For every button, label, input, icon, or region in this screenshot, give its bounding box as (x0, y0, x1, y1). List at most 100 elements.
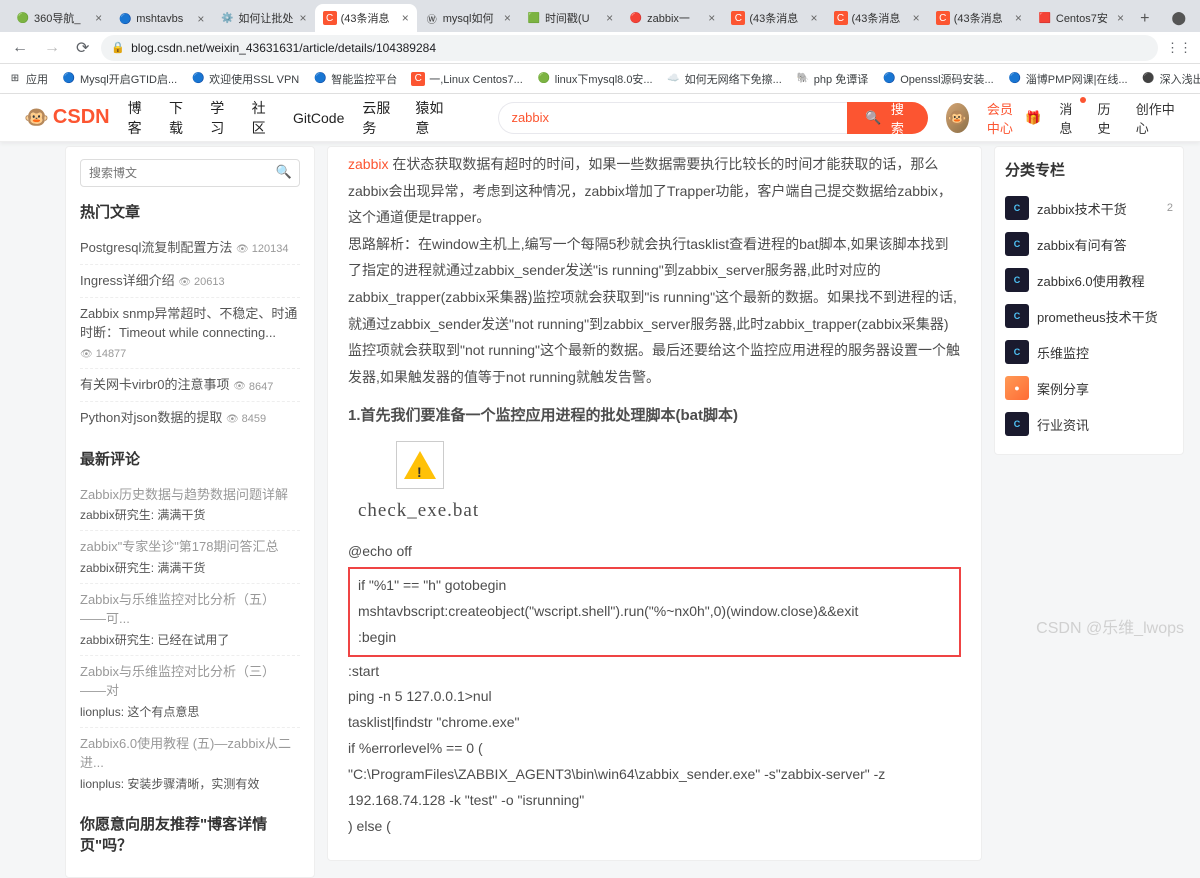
search-button[interactable]: 🔍搜索 (847, 102, 928, 134)
hot-article-item[interactable]: 有关网卡virbr0的注意事项 👁8647 (80, 369, 300, 402)
tab-6[interactable]: 🔴zabbix一× (621, 4, 723, 32)
tab-4[interactable]: Ⓦmysql如何× (417, 4, 519, 32)
nav-community[interactable]: 社区 (252, 98, 275, 138)
tab-2[interactable]: ⚙️如何让批处× (212, 4, 314, 32)
eye-icon: 👁 (178, 275, 191, 290)
category-item[interactable]: Czabbix6.0使用教程 (1005, 262, 1173, 298)
nav-yuanruyi[interactable]: 猿如意 (415, 98, 450, 138)
tab-10[interactable]: 🟥Centos7安× (1030, 4, 1132, 32)
blog-search-input[interactable] (80, 159, 300, 187)
tab-1[interactable]: 🔵mshtavbs× (110, 6, 212, 32)
history-link[interactable]: 历史 (1098, 99, 1118, 137)
hot-article-item[interactable]: Python对json数据的提取 👁8459 (80, 402, 300, 434)
extension-icon[interactable]: ⋮⋮ (1166, 40, 1192, 56)
category-thumb: C (1005, 268, 1029, 292)
eye-icon: 👁 (233, 379, 246, 394)
bookmark-item[interactable]: ⚫深入浅出Docker电... (1142, 71, 1200, 87)
new-tab-button[interactable]: + (1132, 6, 1157, 32)
close-icon[interactable]: × (1117, 11, 1124, 25)
comment-item[interactable]: zabbix"专家坐诊"第178期问答汇总zabbix研究生: 满满干货 (80, 531, 300, 584)
search-input[interactable] (498, 102, 847, 134)
favicon: 🟩 (527, 11, 541, 25)
nav-learn[interactable]: 学习 (210, 98, 233, 138)
create-link[interactable]: 创作中心 (1136, 99, 1176, 137)
article-para: zabbix 在状态获取数据有超时的时间，如果一些数据需要执行比较长的时间才能获… (348, 151, 961, 231)
bookmark-item[interactable]: 🔵淄博PMP网课|在线... (1008, 71, 1128, 87)
left-sidebar: 🔍 热门文章 Postgresql流复制配置方法 👁120134 Ingress… (65, 146, 315, 878)
hot-articles-title: 热门文章 (80, 201, 300, 222)
hot-article-item[interactable]: Ingress详细介绍 👁20613 (80, 265, 300, 298)
url-field[interactable]: 🔒 blog.csdn.net/weixin_43631631/article/… (101, 35, 1158, 61)
tab-3-active[interactable]: C(43条消息× (315, 4, 417, 32)
category-thumb: C (1005, 232, 1029, 256)
nav-blog[interactable]: 博客 (128, 98, 151, 138)
article-para: 思路解析：在window主机上,编写一个每隔5秒就会执行tasklist查看进程… (348, 231, 961, 391)
bookmark-item[interactable]: 🔵欢迎使用SSL VPN (191, 71, 299, 87)
close-icon[interactable]: × (197, 12, 204, 26)
logo-icon: 🐵 (24, 105, 49, 130)
favicon: C (731, 11, 745, 25)
comment-item[interactable]: Zabbix与乐维监控对比分析（五）——可...zabbix研究生: 已经在试用… (80, 584, 300, 656)
bookmark-item[interactable]: C一,Linux Centos7... (411, 71, 523, 87)
address-bar: ← → ⟳ 🔒 blog.csdn.net/weixin_43631631/ar… (0, 32, 1200, 64)
reload-button[interactable]: ⟳ (72, 36, 93, 60)
favicon: 🔵 (118, 12, 132, 26)
comment-item[interactable]: Zabbix历史数据与趋势数据问题详解zabbix研究生: 满满干货 (80, 479, 300, 532)
category-item[interactable]: C乐维监控 (1005, 334, 1173, 370)
right-sidebar: 分类专栏 Czabbix技术干货2 Czabbix有问有答 Czabbix6.0… (994, 146, 1184, 455)
close-icon[interactable]: × (504, 11, 511, 25)
tab-0[interactable]: 🟢360导航_× (8, 4, 110, 32)
tab-9[interactable]: C(43条消息× (928, 4, 1030, 32)
tab-5[interactable]: 🟩时间戳(U× (519, 4, 621, 32)
close-icon[interactable]: × (402, 11, 409, 25)
favicon: 🟢 (16, 11, 30, 25)
close-icon[interactable]: × (708, 11, 715, 25)
comment-item[interactable]: Zabbix6.0使用教程 (五)—zabbix从二进...lionplus: … (80, 728, 300, 799)
bookmark-item[interactable]: 🔵Mysql开启GTID启... (62, 71, 177, 87)
bookmark-item[interactable]: 🔵Openssl源码安装... (882, 71, 994, 87)
bookmark-item[interactable]: ☁️如何无网络下免擦... (667, 71, 782, 87)
close-icon[interactable]: × (606, 11, 613, 25)
comment-item[interactable]: Zabbix与乐维监控对比分析（三）——对lionplus: 这个有点意思 (80, 656, 300, 728)
url-text: blog.csdn.net/weixin_43631631/article/de… (131, 41, 436, 55)
bat-file-icon (396, 441, 444, 489)
nav-download[interactable]: 下载 (169, 98, 192, 138)
avatar[interactable]: 🐵 (946, 103, 969, 133)
search-icon[interactable]: 🔍 (276, 164, 292, 180)
favicon: 🔴 (629, 11, 643, 25)
close-icon[interactable]: × (95, 11, 102, 25)
csdn-logo[interactable]: 🐵CSDN (24, 105, 110, 130)
close-icon[interactable]: × (913, 11, 920, 25)
favicon: Ⓦ (425, 11, 439, 25)
category-item[interactable]: ●案例分享 (1005, 370, 1173, 406)
tab-7[interactable]: C(43条消息× (723, 4, 825, 32)
eye-icon: 👁 (236, 242, 249, 257)
hot-article-item[interactable]: Zabbix snmp异常超时、不稳定、时通时断：Timeout while c… (80, 298, 300, 370)
gift-icon: 🎁 (1025, 110, 1041, 126)
hot-article-item[interactable]: Postgresql流复制配置方法 👁120134 (80, 232, 300, 265)
category-item[interactable]: Cprometheus技术干货 (1005, 298, 1173, 334)
bookmark-item[interactable]: 🔵智能监控平台 (313, 71, 397, 87)
lock-icon: 🔒 (111, 41, 125, 54)
bookmarks-bar: ⊞应用 🔵Mysql开启GTID启... 🔵欢迎使用SSL VPN 🔵智能监控平… (0, 64, 1200, 94)
messages-link[interactable]: 消息 (1059, 99, 1079, 137)
forward-button[interactable]: → (40, 37, 64, 59)
close-icon[interactable]: × (810, 11, 817, 25)
back-button[interactable]: ← (8, 37, 32, 59)
article-content: zabbix 在状态获取数据有超时的时间，如果一些数据需要执行比较长的时间才能获… (327, 146, 982, 861)
category-item[interactable]: C行业资讯 (1005, 406, 1173, 442)
tab-8[interactable]: C(43条消息× (826, 4, 928, 32)
nav-cloud[interactable]: 云服务 (362, 98, 397, 138)
category-thumb: C (1005, 412, 1029, 436)
close-icon[interactable]: × (300, 11, 307, 25)
nav-gitcode[interactable]: GitCode (293, 110, 344, 126)
vip-link[interactable]: 会员中心🎁 (987, 99, 1041, 137)
category-item[interactable]: Czabbix有问有答 (1005, 226, 1173, 262)
close-icon[interactable]: × (1015, 11, 1022, 25)
category-thumb: C (1005, 340, 1029, 364)
bookmark-item[interactable]: 🟢linux下mysql8.0安... (537, 71, 653, 87)
bookmark-apps[interactable]: ⊞应用 (8, 71, 48, 87)
category-thumb: C (1005, 196, 1029, 220)
bookmark-item[interactable]: 🐘php 免谭译 (796, 71, 868, 87)
category-item[interactable]: Czabbix技术干货2 (1005, 190, 1173, 226)
